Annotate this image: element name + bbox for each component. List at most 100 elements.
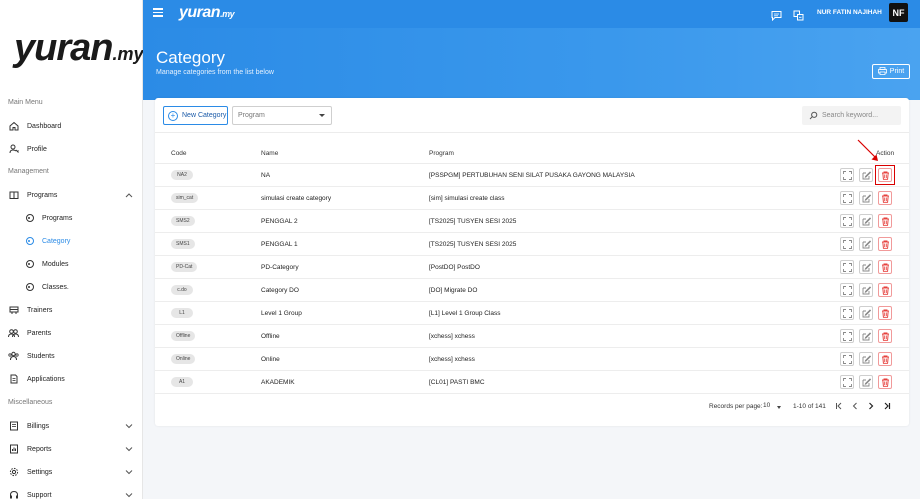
table-row: sim_cat simulasi create category [sim] sim… (155, 187, 909, 210)
new-category-button[interactable]: + New Category (163, 106, 228, 125)
sidebar-subitem-classes[interactable]: Classes. (0, 277, 143, 297)
header-code: Code (171, 150, 187, 157)
plus-circle-icon: + (168, 110, 178, 121)
expand-button[interactable] (840, 260, 854, 274)
chevron-down-icon (125, 445, 133, 454)
prev-page-icon[interactable] (849, 400, 861, 412)
expand-button[interactable] (840, 237, 854, 251)
sidebar-item-support[interactable]: Support (0, 485, 143, 499)
delete-button[interactable] (878, 191, 892, 205)
edit-button[interactable] (859, 329, 873, 343)
chat-icon[interactable] (771, 8, 782, 22)
header-logo[interactable]: yuran.my (179, 4, 235, 22)
sidebar-item-trainers[interactable]: Trainers (0, 300, 143, 320)
expand-icon (842, 354, 852, 364)
sidebar-item-programs[interactable]: Programs (0, 185, 143, 205)
expand-button[interactable] (840, 352, 854, 366)
sidebar-subitem-category[interactable]: Category (0, 231, 143, 251)
edit-button[interactable] (859, 237, 873, 251)
table-row: NA2 NA [PSSPGM] PERTUBUHAN SENI SILAT PUSA… (155, 164, 909, 187)
edit-button[interactable] (859, 283, 873, 297)
trash-icon (881, 286, 889, 295)
delete-button[interactable] (878, 375, 892, 389)
expand-icon (842, 285, 852, 295)
app-logo[interactable]: yuran.my (14, 28, 144, 68)
edit-icon (862, 262, 871, 271)
next-page-icon[interactable] (865, 400, 877, 412)
avatar[interactable]: NF (889, 3, 908, 22)
sidebar-item-settings[interactable]: Settings (0, 462, 143, 482)
user-name[interactable]: NUR FATIN NAJIHAH (817, 9, 882, 16)
program-name: [L1] Level 1 Group Class (429, 310, 501, 317)
edit-button[interactable] (859, 214, 873, 228)
expand-button[interactable] (840, 329, 854, 343)
sidebar-item-dashboard[interactable]: Dashboard (0, 116, 143, 136)
expand-button[interactable] (840, 375, 854, 389)
gear-icon (8, 467, 19, 478)
sidebar-item-parents[interactable]: Parents (0, 323, 143, 343)
hamburger-menu-icon[interactable] (153, 8, 163, 17)
edit-icon (862, 239, 871, 248)
translate-icon[interactable] (793, 8, 804, 21)
code-badge: sim_cat (171, 193, 199, 203)
sidebar-subitem-modules[interactable]: Modules (0, 254, 143, 274)
delete-button[interactable] (878, 283, 892, 297)
caret-down-icon[interactable] (777, 406, 781, 409)
delete-button[interactable] (878, 214, 892, 228)
billing-icon (8, 421, 19, 432)
category-name: AKADEMIK (261, 379, 295, 386)
code-badge: SMS1 (171, 239, 195, 249)
sidebar-item-profile[interactable]: Profile (0, 139, 143, 159)
sidebar-item-students[interactable]: Students (0, 346, 143, 366)
expand-button[interactable] (840, 283, 854, 297)
delete-button[interactable] (878, 237, 892, 251)
delete-button[interactable] (878, 352, 892, 366)
caret-down-icon (319, 114, 325, 117)
edit-icon (862, 331, 871, 340)
table-row: Online Online [xchess] xchess (155, 348, 909, 371)
edit-icon (862, 193, 871, 202)
page-size-select[interactable]: 10 (763, 402, 770, 409)
print-button[interactable]: Print (872, 64, 910, 79)
code-badge: SMS2 (171, 216, 195, 226)
first-page-icon[interactable] (833, 400, 845, 412)
section-management: Management (8, 168, 49, 175)
edit-button[interactable] (859, 191, 873, 205)
printer-icon (877, 66, 887, 77)
search-icon (809, 111, 818, 120)
delete-button[interactable] (878, 329, 892, 343)
category-name: PD-Category (261, 264, 299, 271)
sidebar-subitem-programs[interactable]: Programs (0, 208, 143, 228)
code-badge: c.do (171, 285, 193, 295)
report-icon (8, 444, 19, 455)
expand-button[interactable] (840, 168, 854, 182)
delete-button[interactable] (878, 306, 892, 320)
trash-icon (881, 378, 889, 387)
expand-icon (842, 239, 852, 249)
edit-button[interactable] (859, 306, 873, 320)
sidebar-item-label: Parents (27, 329, 52, 337)
trash-icon (881, 309, 889, 318)
sidebar-item-reports[interactable]: Reports (0, 439, 143, 459)
annotation-arrow-icon (857, 139, 878, 161)
category-name: PENGGAL 2 (261, 218, 298, 225)
program-name: [xchess] xchess (429, 333, 475, 340)
sidebar-item-applications[interactable]: Applications (0, 369, 143, 389)
sidebar-item-label: Applications (27, 375, 65, 383)
sidebar-item-billings[interactable]: Billings (0, 416, 143, 436)
expand-button[interactable] (840, 191, 854, 205)
sidebar-item-label: Support (27, 491, 52, 499)
edit-button[interactable] (859, 260, 873, 274)
delete-button[interactable] (878, 260, 892, 274)
edit-button[interactable] (859, 168, 873, 182)
expand-button[interactable] (840, 214, 854, 228)
edit-button[interactable] (859, 375, 873, 389)
sidebar-item-label: Settings (27, 468, 53, 476)
headset-icon (8, 490, 19, 499)
program-select[interactable]: Program (232, 106, 332, 125)
edit-button[interactable] (859, 352, 873, 366)
expand-button[interactable] (840, 306, 854, 320)
last-page-icon[interactable] (881, 400, 893, 412)
chevron-down-icon (125, 491, 133, 499)
search-input[interactable]: Search keyword... (802, 106, 901, 125)
